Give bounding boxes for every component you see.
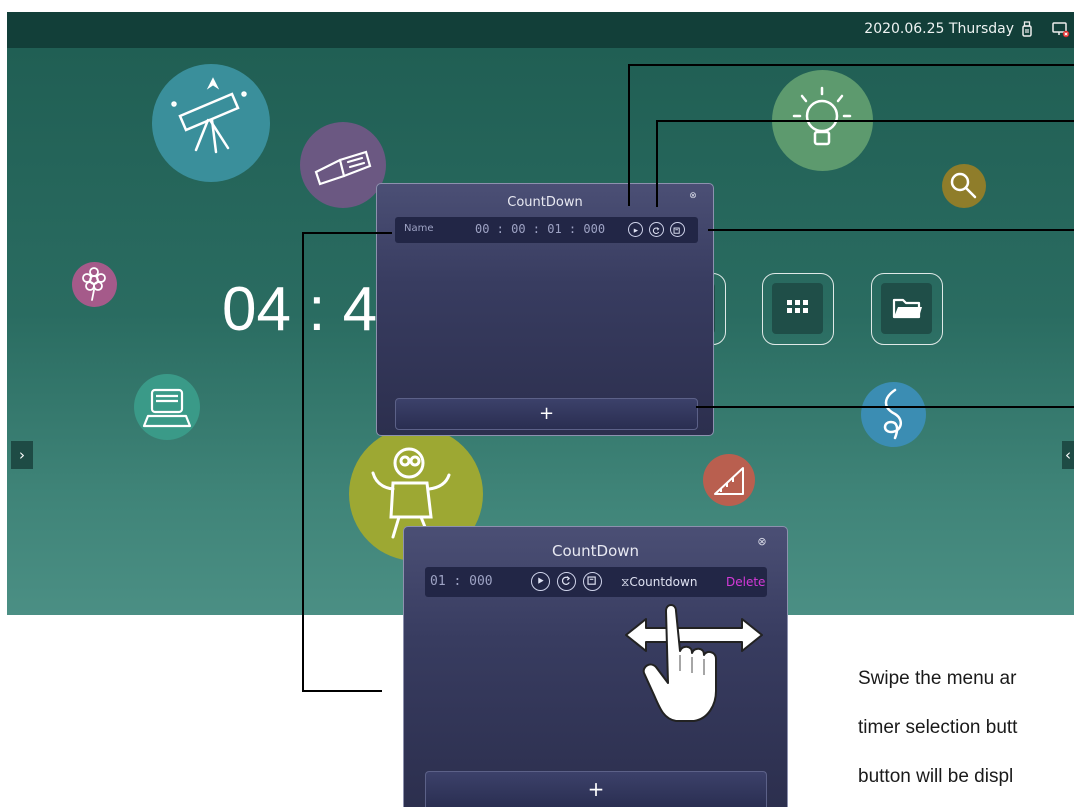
callout-line — [656, 120, 1074, 122]
ruler-icon[interactable] — [703, 454, 755, 506]
usb-icon — [1018, 20, 1036, 38]
folder-icon — [892, 298, 922, 319]
telescope-icon[interactable] — [152, 64, 270, 182]
add-timer-button[interactable]: + — [395, 398, 698, 430]
callout-line — [302, 232, 392, 234]
music-note-icon[interactable] — [861, 382, 926, 447]
timer-time-input[interactable]: 00 : 00 : 01 : 000 — [475, 222, 605, 236]
left-nav-arrow[interactable]: › — [11, 441, 33, 469]
close-icon[interactable]: ⊗ — [687, 191, 699, 203]
apps-grid-button[interactable] — [762, 273, 834, 345]
callout-line — [302, 232, 304, 692]
book-icon[interactable] — [300, 122, 386, 208]
countdown-mode-button[interactable]: ⧖Countdown — [621, 575, 697, 590]
callout-line — [696, 406, 1074, 408]
timer-row[interactable]: 01 : 000 ⧖Countdown Delete — [425, 567, 767, 597]
close-icon[interactable]: ⊗ — [755, 536, 769, 550]
status-bar: 2020.06.25 Thursday — [7, 12, 1074, 48]
right-nav-arrow[interactable]: ‹ — [1062, 441, 1074, 469]
reset-icon[interactable] — [649, 222, 664, 237]
caption-line-1: Swipe the menu ar — [858, 668, 1017, 689]
callout-line — [628, 64, 630, 206]
apps-grid-icon — [787, 300, 808, 313]
computer-icon[interactable] — [134, 374, 200, 440]
dialog-title: CountDown — [507, 195, 583, 210]
callout-line — [302, 690, 382, 692]
add-timer-button[interactable]: + — [425, 771, 767, 807]
play-icon[interactable] — [628, 222, 643, 237]
caption-line-2: timer selection butt — [858, 717, 1018, 738]
countdown-dialog-bottom: CountDown ⊗ 01 : 000 ⧖Countdown Delete + — [403, 526, 788, 807]
magnifier-icon[interactable] — [942, 164, 986, 208]
timer-name[interactable]: Name — [404, 223, 434, 234]
swipe-hand-icon — [624, 595, 764, 725]
save-icon[interactable] — [670, 222, 685, 237]
dialog-title: CountDown — [551, 542, 640, 560]
no-network-icon — [1052, 20, 1070, 38]
timer-row[interactable]: Name 00 : 00 : 01 : 000 — [395, 217, 698, 243]
folder-button[interactable] — [871, 273, 943, 345]
countdown-dialog-top: CountDown ⊗ Name 00 : 00 : 01 : 000 + — [376, 183, 714, 436]
callout-line — [656, 120, 658, 207]
caption-line-3: button will be displ — [858, 766, 1014, 787]
clock: 04 : 4 — [222, 275, 378, 344]
callout-line — [628, 64, 1074, 66]
date-time: 2020.06.25 Thursday — [864, 21, 1014, 37]
timer-time-input[interactable]: 01 : 000 — [430, 574, 493, 589]
save-icon[interactable] — [583, 572, 602, 591]
callout-line — [708, 229, 1074, 231]
play-icon[interactable] — [531, 572, 550, 591]
flower-icon[interactable] — [72, 262, 117, 307]
reset-icon[interactable] — [557, 572, 576, 591]
delete-button[interactable]: Delete — [726, 575, 765, 589]
